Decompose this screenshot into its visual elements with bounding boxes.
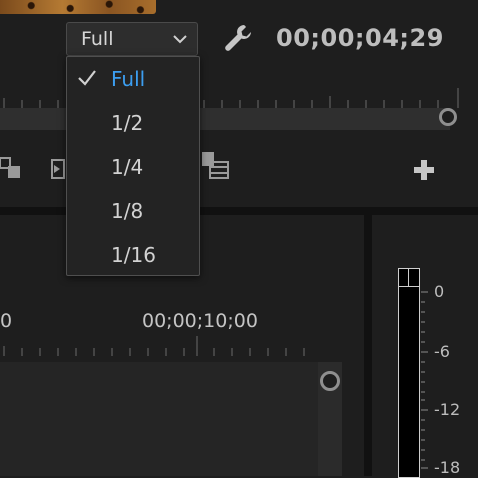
export-frame-icon[interactable] [202, 150, 232, 182]
playback-resolution-value: Full [81, 28, 114, 50]
zoom-scroll-handle[interactable] [439, 108, 457, 126]
video-thumbnail [0, 0, 156, 14]
menu-item-half[interactable]: 1/2 [67, 101, 199, 145]
menu-item-label: 1/8 [111, 199, 144, 223]
overwrite-icon[interactable] [50, 156, 66, 182]
playback-resolution-menu: Full 1/2 1/4 1/8 1/16 [66, 56, 200, 276]
insert-icon[interactable] [0, 154, 22, 180]
timeline-track-area[interactable] [0, 362, 318, 476]
plus-icon[interactable] [412, 158, 436, 182]
audio-meter-peak-indicator[interactable] [398, 268, 420, 287]
menu-item-label: 1/4 [111, 155, 144, 179]
audio-meter-scale [421, 291, 428, 469]
panel-divider-vertical[interactable] [364, 215, 372, 476]
meter-label-minus-18: -18 [434, 458, 461, 477]
chevron-down-icon [173, 35, 187, 44]
timeline-scroll-handle[interactable] [320, 371, 340, 391]
menu-item-label: 1/2 [111, 111, 144, 135]
meter-label-minus-6: -6 [434, 342, 450, 361]
menu-item-label: Full [111, 67, 146, 91]
menu-item-quarter[interactable]: 1/4 [67, 145, 199, 189]
meter-label-0: 0 [434, 282, 445, 301]
timeline-ruler-label-10s: 00;00;10;00 [142, 310, 258, 332]
playback-resolution-dropdown[interactable]: Full [66, 22, 198, 56]
audio-meter [398, 268, 420, 478]
menu-item-label: 1/16 [111, 243, 156, 267]
checkmark-icon [78, 70, 96, 86]
menu-item-full[interactable]: Full [67, 57, 199, 101]
menu-item-eighth[interactable]: 1/8 [67, 189, 199, 233]
menu-item-sixteenth[interactable]: 1/16 [67, 233, 199, 277]
playhead-timecode[interactable]: 00;00;04;29 [276, 24, 444, 52]
wrench-icon[interactable] [222, 22, 254, 54]
timeline-ruler-label-start: 0 [0, 310, 13, 332]
meter-label-minus-12: -12 [434, 400, 461, 419]
